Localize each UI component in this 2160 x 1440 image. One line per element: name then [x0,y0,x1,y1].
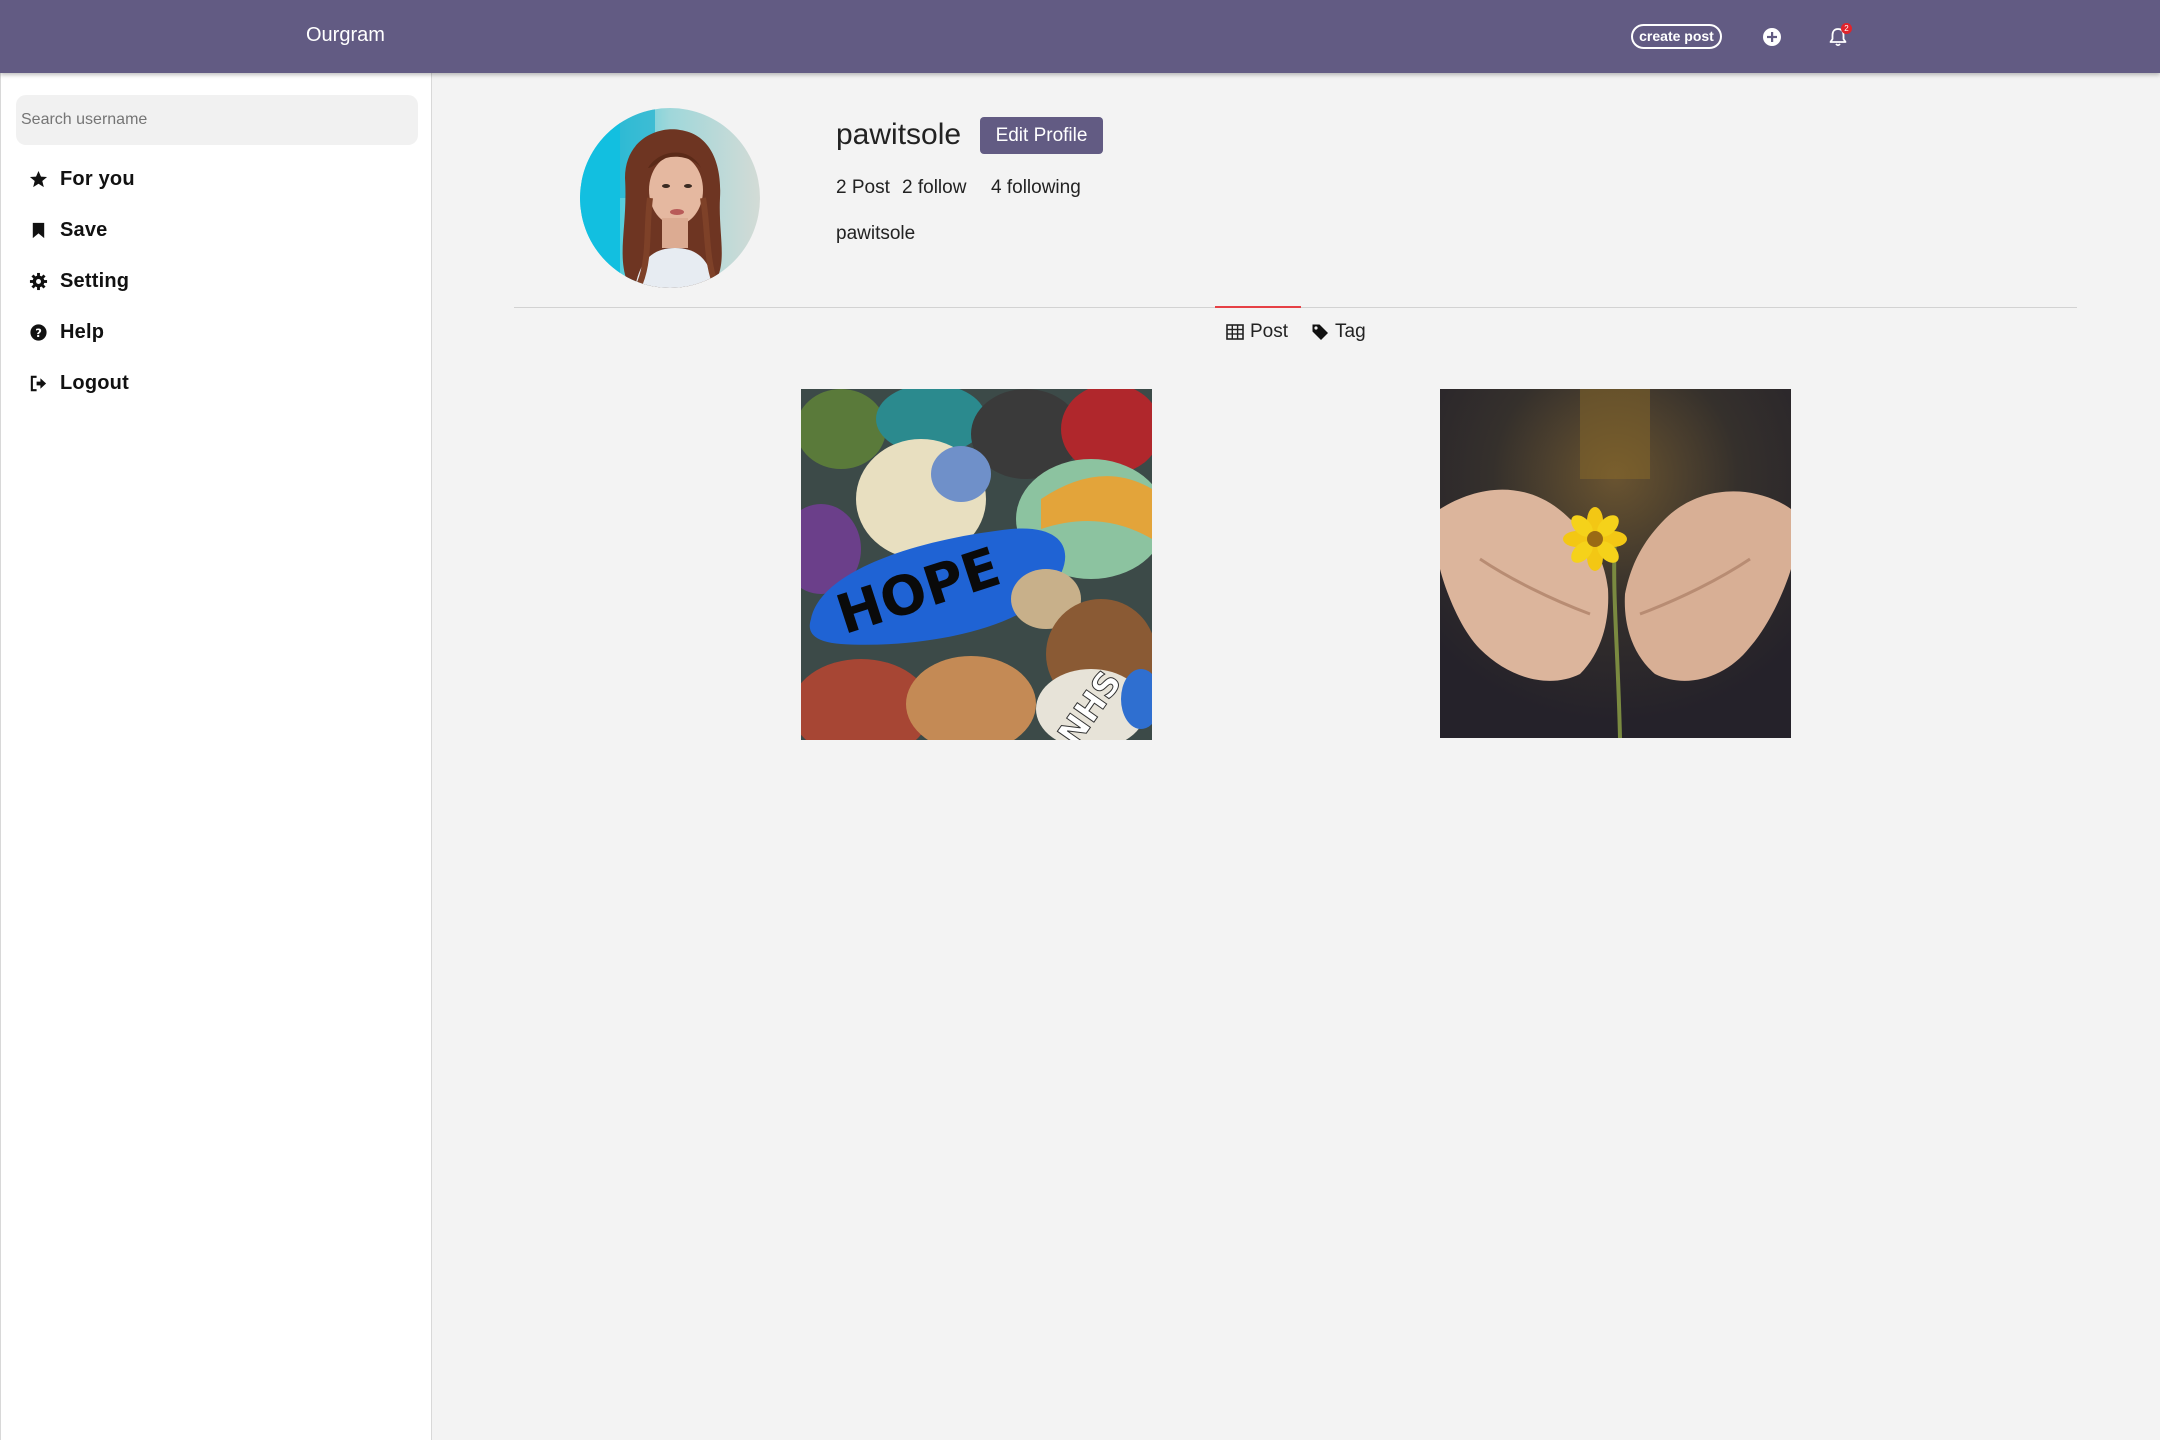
sidebar-item-label: Logout [60,371,129,394]
painted-rocks-photo: HOPE NHS [801,389,1152,740]
profile-avatar[interactable] [580,108,760,288]
active-tab-indicator [1215,306,1301,308]
follower-count[interactable]: 2 follow [902,177,966,199]
gear-icon [29,272,48,290]
tab-label: Tag [1335,321,1366,342]
brand-logo[interactable]: Ourgram [306,24,385,47]
edit-profile-button[interactable]: Edit Profile [980,117,1103,154]
plus-circle-icon[interactable] [1763,28,1781,46]
sidebar-item-label: For you [60,167,135,190]
sidebar-item-label: Setting [60,269,130,292]
sidebar-item-logout[interactable]: Logout [29,368,129,398]
search-input[interactable] [16,95,418,145]
post-count: 2 Post [836,177,890,198]
star-icon [29,170,48,187]
top-navbar: Ourgram create post 2 [0,0,2160,73]
following-count[interactable]: 4 following [991,177,1081,199]
sidebar-item-label: Help [60,320,105,343]
sidebar-item-save[interactable]: Save [29,215,108,245]
sidebar-item-help[interactable]: ? Help [29,317,104,347]
profile-bio: pawitsole [836,223,916,244]
create-post-button[interactable]: create post [1631,24,1722,49]
sidebar-item-for-you[interactable]: For you [29,164,135,194]
sidebar-item-setting[interactable]: Setting [29,266,129,296]
tag-icon [1312,324,1328,340]
bookmark-icon [32,222,45,238]
sign-out-icon [30,375,47,391]
notification-badge: 2 [1841,23,1852,34]
sidebar: For you Save Setting ? [0,73,432,1440]
svg-text:?: ? [35,325,42,339]
post-thumbnail[interactable] [1440,389,1791,738]
profile-username: pawitsole [836,118,962,151]
post-thumbnail[interactable]: HOPE NHS [801,389,1152,740]
hands-holding-flower-photo [1440,389,1791,738]
question-circle-icon: ? [30,323,47,341]
tab-label: Post [1250,321,1289,342]
tab-post[interactable]: Post [1226,320,1288,344]
grid-icon [1226,324,1244,340]
sidebar-item-label: Save [60,218,108,241]
tab-tag[interactable]: Tag [1311,320,1366,344]
